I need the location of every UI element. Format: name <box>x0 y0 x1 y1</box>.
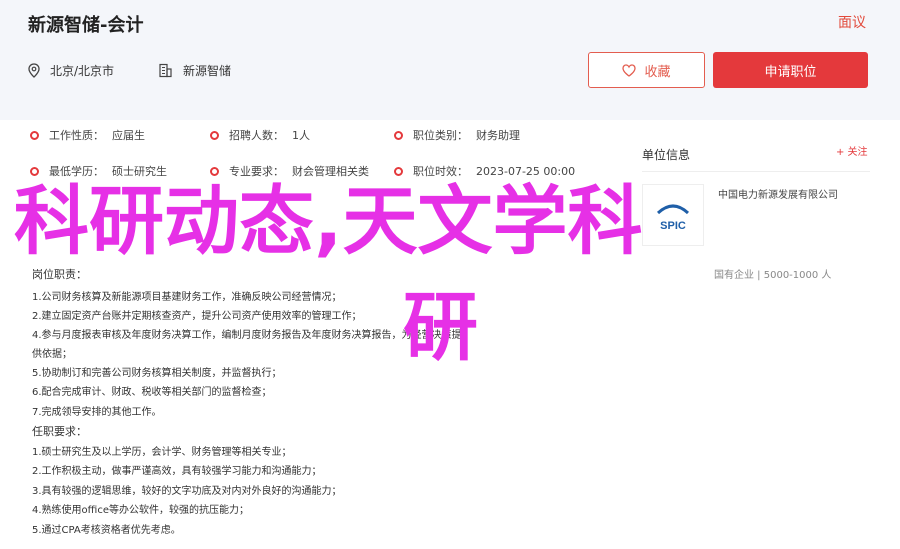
requirement-line: 2.工作积极主动，做事严谨高效，具有较强学习能力和沟通能力； <box>32 466 322 477</box>
favorite-button[interactable]: 收藏 <box>588 52 705 88</box>
company-meta: 国有企业 | 5000-1000 人 <box>714 270 832 281</box>
duty-line: 7.完成领导安排的其他工作。 <box>32 407 162 418</box>
logo-text: SPIC <box>660 220 686 232</box>
attr-label: 招聘人数： <box>229 129 284 142</box>
company-text[interactable]: 新源智储 <box>183 62 231 79</box>
job-title: 新源智储-会计 <box>28 15 144 36</box>
attr-category: 职位类别： 财务助理 <box>394 127 520 143</box>
company-logo[interactable]: SPIC <box>642 184 704 246</box>
bullet-icon <box>210 166 219 176</box>
attr-label: 工作性质： <box>49 129 104 142</box>
sidebar-title: 单位信息 <box>642 148 691 162</box>
heart-icon <box>622 63 637 77</box>
duty-line: 1.公司财务核算及新能源项目基建财务工作，准确反映公司经营情况； <box>32 292 342 303</box>
duty-line: 2.建立固定资产台账并定期核查资产，提升公司资产使用效率的管理工作； <box>32 311 362 322</box>
bullet-icon <box>394 130 403 140</box>
report-link[interactable]: 面议 <box>838 12 866 32</box>
attr-value: 应届生 <box>112 129 145 142</box>
duty-line: 6.配合完成审计、财政、税收等相关部门的监督检查； <box>32 387 272 398</box>
overlay-headline: 科研动态,天文学科 <box>14 177 643 265</box>
bullet-icon <box>394 166 403 176</box>
location-info: 北京/北京市 <box>28 62 114 79</box>
attr-headcount: 招聘人数： 1人 <box>210 127 310 143</box>
location-pin-icon <box>28 63 40 78</box>
duty-line: 5.协助制订和完善公司财务核算相关制度，并监督执行； <box>32 368 282 379</box>
bullet-icon <box>210 130 219 140</box>
requirements-heading: 任职要求： <box>32 425 87 438</box>
divider <box>642 171 870 172</box>
spic-logo-icon: SPIC <box>656 204 690 232</box>
attr-work-type: 工作性质： 应届生 <box>30 127 145 143</box>
company-info: 新源智储 <box>158 62 231 79</box>
building-icon <box>159 63 172 78</box>
requirement-line: 3.具有较强的逻辑思维，较好的文字功底及对内对外良好的沟通能力； <box>32 486 342 497</box>
attr-value: 1人 <box>292 129 310 142</box>
apply-button[interactable]: 申请职位 <box>713 52 868 88</box>
job-header: 新源智储-会计 面议 北京/北京市 新源智储 收藏 申请职位 <box>0 0 900 120</box>
attr-label: 职位类别： <box>413 129 468 142</box>
requirement-line: 4.熟练使用office等办公软件，较强的抗压能力； <box>32 505 249 516</box>
duties-heading: 岗位职责： <box>32 268 87 281</box>
location-text: 北京/北京市 <box>50 64 115 78</box>
company-name[interactable]: 中国电力新源发展有限公司 <box>718 186 838 201</box>
requirement-line: 1.硕士研究生及以上学历，会计学、财务管理等相关专业； <box>32 447 292 458</box>
follow-link[interactable]: + 关注 <box>836 143 868 158</box>
duty-line: 4.参与月度报表审核及年度财务决算工作，编制月度财务报告及年度财务决算报告，为经… <box>32 330 462 341</box>
attr-value: 2023-07-25 00:00 <box>476 164 576 178</box>
requirement-line: 5.通过CPA考核资格者优先考虑。 <box>32 525 181 536</box>
attr-value: 财务助理 <box>476 129 520 142</box>
bullet-icon <box>30 166 39 176</box>
favorite-label: 收藏 <box>644 64 671 80</box>
overlay-headline-continued: 研 <box>403 283 479 371</box>
duty-line: 供依据； <box>32 349 72 360</box>
bullet-icon <box>30 130 39 140</box>
